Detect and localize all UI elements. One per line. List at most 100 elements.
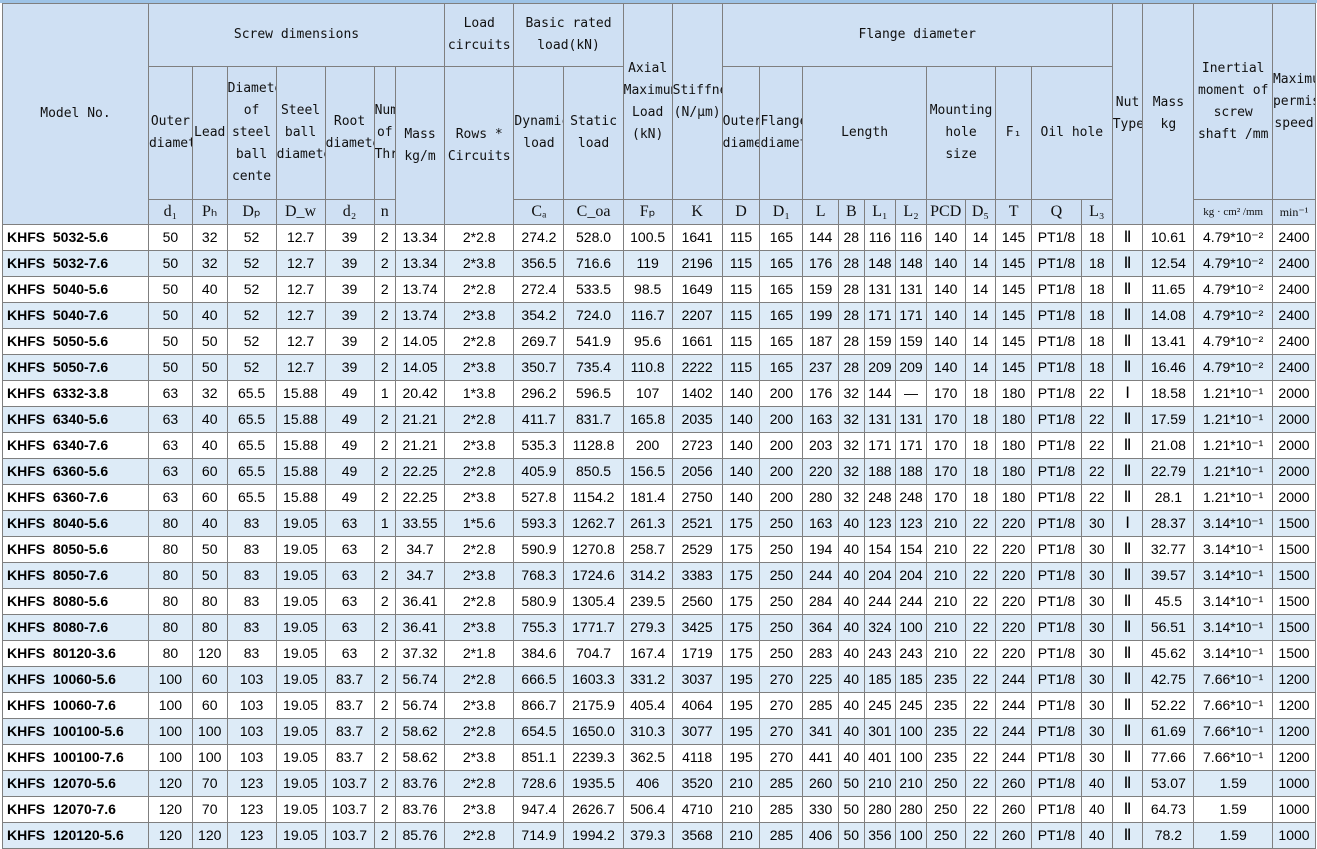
cell-lead: 70 (191, 770, 228, 797)
cell-dynamic-load: 411.7 (513, 406, 565, 433)
cell-length-l2: 100 (895, 614, 927, 641)
cell-length-l2: 209 (895, 354, 927, 381)
cell-rows-circuits: 2*2.8 (444, 276, 515, 303)
header-ball-center-diameter: Diameter of steel ball cente (226, 66, 277, 200)
cell-inertial-moment: 4.79*10⁻² (1193, 302, 1273, 329)
cell-thread-count: 2 (373, 614, 397, 641)
cell-mass-kgm: 13.34 (394, 224, 446, 251)
cell-flange-diameter: 250 (759, 640, 804, 667)
cell-inertial-moment: 4.79*10⁻² (1193, 328, 1273, 355)
cell-mass-kg: 45.62 (1142, 640, 1195, 667)
cell-length-l: 220 (802, 458, 840, 485)
cell-lead: 80 (191, 588, 228, 615)
cell-nut-type: Ⅰ (1111, 380, 1144, 407)
cell-flange-diameter: 200 (759, 458, 804, 485)
cell-lead: 32 (191, 380, 228, 407)
cell-stiffness: 2222 (671, 354, 723, 381)
cell-dynamic-load: 405.9 (513, 458, 565, 485)
symbol-ph: Pₕ (191, 199, 228, 225)
cell-thread-count: 2 (373, 692, 397, 719)
header-static-load: Static load (563, 66, 624, 200)
cell-model-no: KHFS 6340-5.6 (2, 406, 149, 433)
cell-f1-t: 220 (995, 536, 1032, 563)
cell-axial-max-load: 167.4 (622, 640, 673, 667)
cell-mass-kg: 61.69 (1142, 718, 1195, 745)
cell-length-l1: 144 (863, 380, 897, 407)
header-steel-ball-diameter: Steel ball diameter (275, 66, 326, 200)
cell-flange-outer-diameter: 175 (721, 510, 761, 537)
cell-stiffness: 3383 (671, 562, 723, 589)
symbol-k: K (671, 199, 723, 225)
cell-axial-max-load: 156.5 (622, 458, 673, 485)
cell-axial-max-load: 261.3 (622, 510, 673, 537)
cell-flange-outer-diameter: 175 (721, 536, 761, 563)
cell-lead: 50 (191, 536, 228, 563)
cell-dynamic-load: 384.6 (513, 640, 565, 667)
cell-max-speed: 1000 (1271, 822, 1317, 849)
cell-d5: 18 (964, 458, 997, 485)
cell-screw-outer-diameter: 100 (147, 744, 193, 771)
cell-flange-outer-diameter: 210 (721, 796, 761, 823)
cell-rows-circuits: 2*2.8 (444, 536, 515, 563)
cell-screw-outer-diameter: 50 (147, 276, 193, 303)
cell-length-l: 280 (802, 484, 840, 511)
header-model-no: Model No. (2, 3, 149, 225)
cell-inertial-moment: 1.21*10⁻¹ (1193, 432, 1273, 459)
symbol-b: B (838, 199, 865, 225)
cell-oil-hole-q: PT1/8 (1030, 380, 1082, 407)
cell-rows-circuits: 2*3.8 (444, 614, 515, 641)
cell-pcd: 170 (925, 484, 966, 511)
cell-screw-outer-diameter: 63 (147, 458, 193, 485)
table-row: KHFS 12070-7.6 120 70 123 19.05 103.7 2 83.76 2*… (2, 796, 1317, 823)
cell-model-no: KHFS 8080-7.6 (2, 614, 149, 641)
cell-rows-circuits: 2*1.8 (444, 640, 515, 667)
cell-screw-outer-diameter: 63 (147, 432, 193, 459)
cell-length-l2: 245 (895, 692, 927, 719)
cell-mass-kg: 18.58 (1142, 380, 1195, 407)
cell-lead: 50 (191, 354, 228, 381)
cell-flange-diameter: 165 (759, 354, 804, 381)
table-row: KHFS 100100-7.6 100 100 103 19.05 83.7 2 58.62 2… (2, 744, 1317, 771)
cell-length-l: 199 (802, 302, 840, 329)
cell-inertial-moment: 3.14*10⁻¹ (1193, 614, 1273, 641)
cell-axial-max-load: 406 (622, 770, 673, 797)
header-lead: Lead (191, 66, 228, 200)
cell-inertial-moment: 7.66*10⁻¹ (1193, 744, 1273, 771)
cell-nut-type: Ⅱ (1111, 666, 1144, 693)
cell-mass-kgm: 37.32 (394, 640, 446, 667)
cell-inertial-moment: 3.14*10⁻¹ (1193, 536, 1273, 563)
unit-speed: min⁻¹ (1271, 199, 1317, 225)
cell-d5: 14 (964, 276, 997, 303)
cell-inertial-moment: 3.14*10⁻¹ (1193, 588, 1273, 615)
cell-d5: 22 (964, 614, 997, 641)
cell-nut-type: Ⅱ (1111, 224, 1144, 251)
cell-lead: 60 (191, 458, 228, 485)
cell-root-diameter: 49 (324, 380, 375, 407)
cell-length-b: 40 (838, 718, 865, 745)
cell-length-l: 283 (802, 640, 840, 667)
cell-mass-kg: 56.51 (1142, 614, 1195, 641)
cell-root-diameter: 83.7 (324, 718, 375, 745)
cell-steel-ball-diameter: 12.7 (275, 328, 326, 355)
cell-d5: 14 (964, 328, 997, 355)
cell-pcd: 210 (925, 614, 966, 641)
cell-f1-t: 180 (995, 380, 1032, 407)
cell-rows-circuits: 2*2.8 (444, 224, 515, 251)
cell-axial-max-load: 110.8 (622, 354, 673, 381)
cell-axial-max-load: 116.7 (622, 302, 673, 329)
cell-inertial-moment: 4.79*10⁻² (1193, 276, 1273, 303)
symbol-fp: Fₚ (622, 199, 673, 225)
cell-stiffness: 2521 (671, 510, 723, 537)
cell-ball-center-diameter: 65.5 (226, 432, 277, 459)
cell-model-no: KHFS 6360-5.6 (2, 458, 149, 485)
cell-stiffness: 2207 (671, 302, 723, 329)
cell-root-diameter: 39 (324, 328, 375, 355)
header-nut-type: Nut Type (1111, 3, 1144, 225)
cell-rows-circuits: 2*2.8 (444, 770, 515, 797)
cell-dynamic-load: 947.4 (513, 796, 565, 823)
cell-dynamic-load: 350.7 (513, 354, 565, 381)
cell-f1-t: 260 (995, 770, 1032, 797)
cell-f1-t: 145 (995, 276, 1032, 303)
cell-ball-center-diameter: 83 (226, 562, 277, 589)
cell-steel-ball-diameter: 12.7 (275, 354, 326, 381)
